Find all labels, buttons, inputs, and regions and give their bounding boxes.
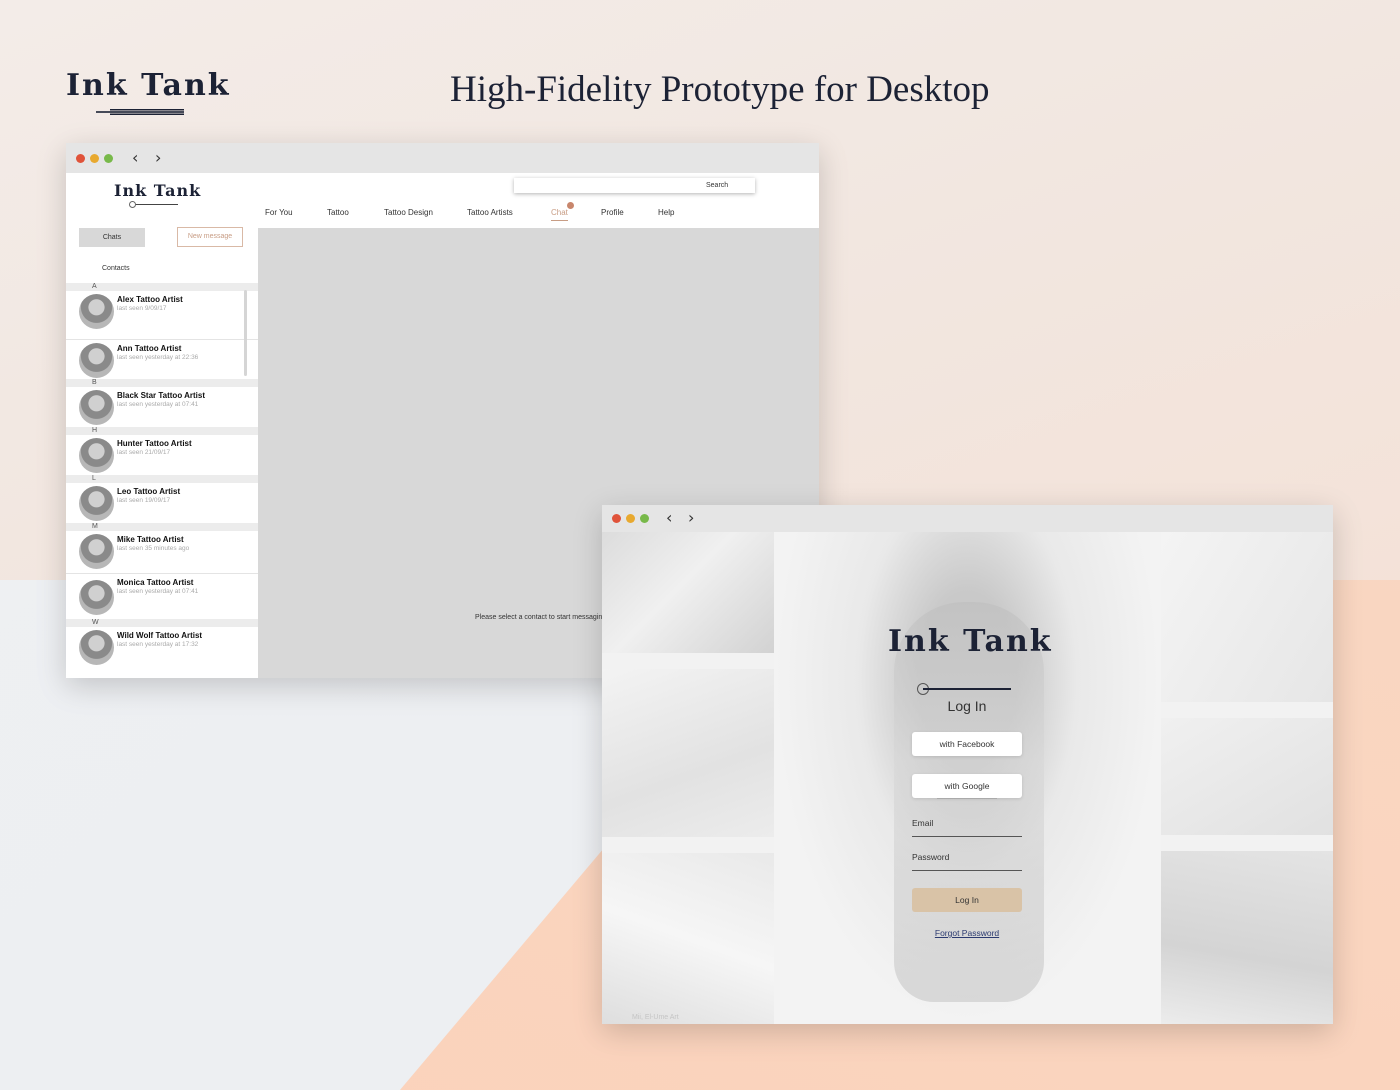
logo-line [132,204,178,205]
contact-item[interactable]: Alex Tattoo Artist last seen 9/09/17 [66,291,258,338]
login-logo: Ink Tank [888,624,1053,659]
minimize-dot[interactable] [90,154,99,163]
divider [937,798,997,799]
minimize-dot[interactable] [626,514,635,523]
contact-last-seen: last seen 21/09/17 [117,449,171,456]
contact-name: Ann Tattoo Artist [117,344,182,353]
login-form: Ink Tank Log In with Facebook with Googl… [887,624,1053,944]
contact-name: Wild Wolf Tattoo Artist [117,631,203,640]
nav-tattoo-artists[interactable]: Tattoo Artists [467,208,513,217]
contacts-label[interactable]: Contacts [102,265,130,272]
tattoo-sketch: Mii, El-Ume Art [602,853,774,1024]
login-button[interactable]: Log In [912,888,1022,912]
contact-last-seen: last seen yesterday at 07:41 [117,588,199,595]
contact-item[interactable]: Leo Tattoo Artist last seen 19/09/17 [66,483,258,523]
nav-chat-label: Chat [551,208,568,217]
new-message-button[interactable]: New message [177,227,243,247]
avatar [79,630,114,665]
nav-help[interactable]: Help [658,208,674,217]
contact-item[interactable]: Wild Wolf Tattoo Artist last seen yester… [66,627,258,678]
contact-name: Hunter Tattoo Artist [117,439,192,448]
contact-item[interactable]: Black Star Tattoo Artist last seen yeste… [66,387,258,427]
letter-divider: B [66,379,258,387]
nav-profile[interactable]: Profile [601,208,624,217]
avatar [79,294,114,329]
letter-divider: H [66,427,258,435]
password-field[interactable] [912,870,1022,871]
avatar [79,343,114,378]
notification-badge [567,202,574,209]
avatar [79,486,114,521]
contact-name: Black Star Tattoo Artist [117,391,206,400]
letter-divider: M [66,523,258,531]
email-label: Email [912,818,934,828]
logo-ring [129,201,136,208]
login-window: ‹ › Mii, El-Ume Art Ink Tank Log In with… [602,505,1333,1024]
close-dot[interactable] [76,154,85,163]
contact-name: Leo Tattoo Artist [117,487,181,496]
nav-chat[interactable]: Chat [551,202,574,221]
close-dot[interactable] [612,514,621,523]
window-titlebar: ‹ › [66,143,819,173]
window-titlebar: ‹ › [602,505,1333,532]
artist-watermark: Mii, El-Ume Art [632,1014,679,1021]
forward-arrow-icon[interactable]: › [688,508,694,527]
back-arrow-icon[interactable]: ‹ [132,148,138,167]
contact-item[interactable]: Ann Tattoo Artist last seen yesterday at… [66,339,258,379]
contact-list: A Alex Tattoo Artist last seen 9/09/17 A… [66,283,258,678]
brand-logo-text: Ink Tank [66,68,231,103]
empty-state-hint: Please select a contact to start messagi… [475,614,603,621]
login-heading: Log In [947,698,987,714]
search-placeholder: Search [706,182,729,189]
contact-last-seen: last seen 19/09/17 [117,497,171,504]
pen-icon [96,109,184,115]
letter-divider: L [66,475,258,483]
site-logo[interactable]: Ink Tank [114,181,201,200]
letter-divider: W [66,619,258,627]
contact-name: Alex Tattoo Artist [117,295,183,304]
contact-item[interactable]: Hunter Tattoo Artist last seen 21/09/17 [66,435,258,475]
tattoo-photo [602,669,774,837]
email-field[interactable] [912,836,1022,837]
login-page: Mii, El-Ume Art Ink Tank Log In with Fac… [602,532,1333,1024]
contact-item[interactable]: Monica Tattoo Artist last seen yesterday… [66,573,258,619]
nav-tattoo[interactable]: Tattoo [327,208,349,217]
scrollbar[interactable] [244,290,247,376]
tattoo-sketch [1161,532,1333,702]
site-header: Ink Tank Search For You Tattoo Tattoo De… [66,173,819,228]
avatar [79,438,114,473]
contact-item[interactable]: Mike Tattoo Artist last seen 35 minutes … [66,531,258,572]
contact-last-seen: last seen 35 minutes ago [117,545,190,552]
avatar [79,390,114,425]
nav-for-you[interactable]: For You [265,208,293,217]
tattoo-photo [1161,718,1333,835]
nav-tattoo-design[interactable]: Tattoo Design [384,208,433,217]
logo-line [923,688,1011,690]
contact-name: Monica Tattoo Artist [117,578,194,587]
chat-sidebar: Chats New message Contacts A Alex Tattoo… [66,227,258,678]
contact-name: Mike Tattoo Artist [117,535,184,544]
avatar [79,534,114,569]
contact-last-seen: last seen yesterday at 07:41 [117,401,199,408]
avatar [79,580,114,615]
chats-button[interactable]: Chats [79,228,145,247]
page-title: High-Fidelity Prototype for Desktop [450,69,990,110]
brand-logo: Ink Tank [66,68,231,120]
maximize-dot[interactable] [640,514,649,523]
google-login-button[interactable]: with Google [912,774,1022,798]
back-arrow-icon[interactable]: ‹ [666,508,672,527]
contact-last-seen: last seen yesterday at 22:36 [117,354,199,361]
contact-last-seen: last seen 9/09/17 [117,305,167,312]
facebook-login-button[interactable]: with Facebook [912,732,1022,756]
tattoo-photo [602,532,774,653]
search-input[interactable]: Search [514,178,755,193]
letter-divider: A [66,283,258,291]
password-label: Password [912,852,950,862]
contact-last-seen: last seen yesterday at 17:32 [117,641,199,648]
forgot-password-link[interactable]: Forgot Password [887,928,1047,938]
tattoo-photo [1161,851,1333,1024]
maximize-dot[interactable] [104,154,113,163]
forward-arrow-icon[interactable]: › [155,148,161,167]
